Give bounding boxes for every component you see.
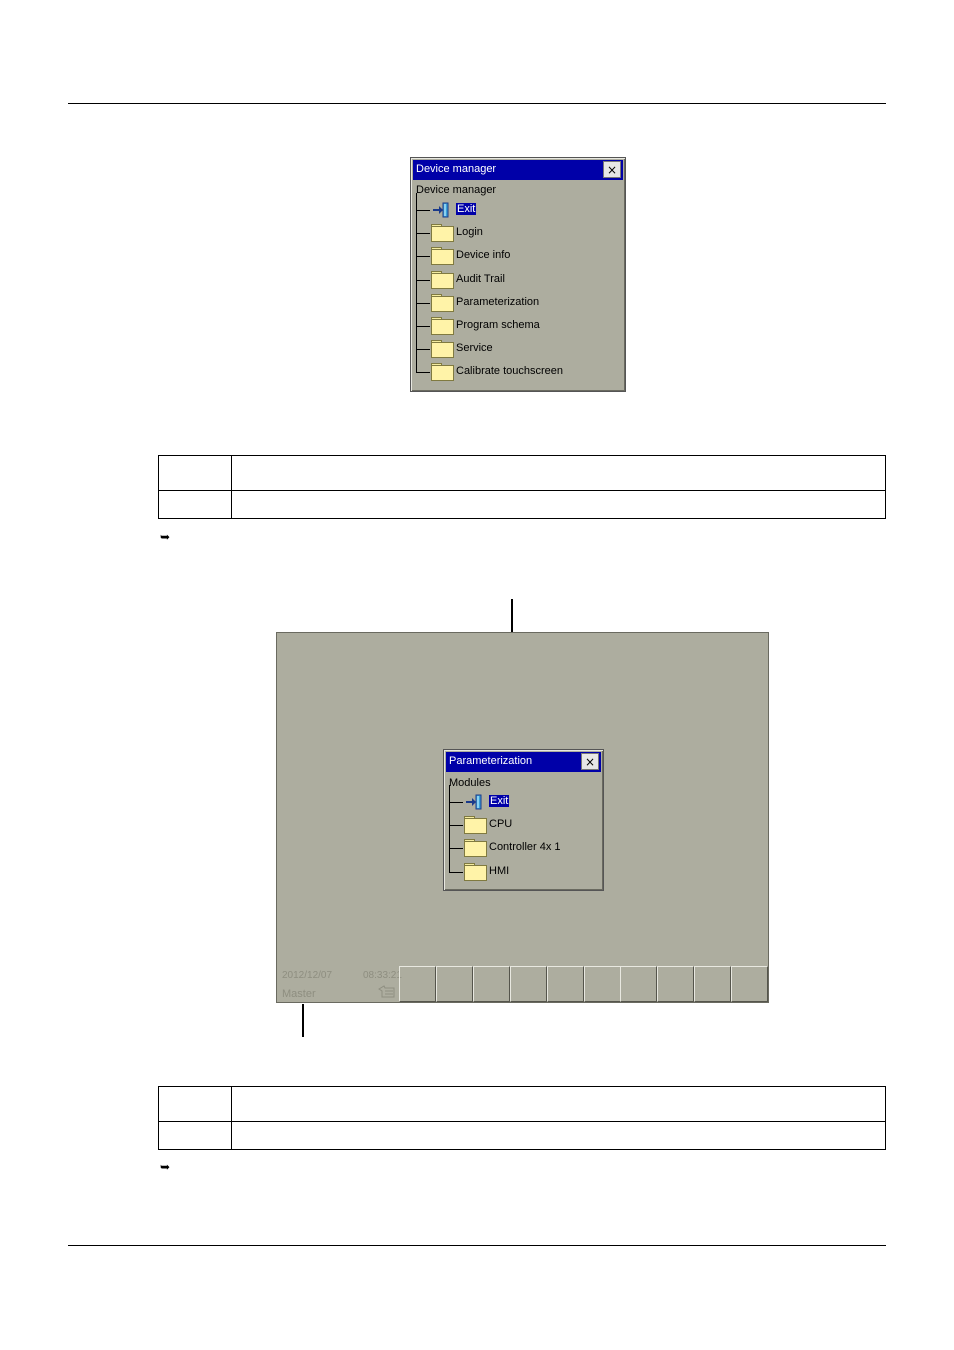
table-cell xyxy=(158,1121,232,1150)
tree-item-text: Parameterization xyxy=(456,295,540,308)
tree-root-label: Modules xyxy=(449,777,491,789)
tree-connector xyxy=(416,210,430,211)
legend-table-1 xyxy=(158,455,886,519)
tree-connector xyxy=(449,871,463,873)
table-cell xyxy=(231,1121,886,1150)
table-cell xyxy=(158,455,232,491)
device-manager-window: Device manager × Device manager Exit Logi… xyxy=(410,157,626,392)
tree-item-text: Exit xyxy=(456,203,477,215)
tree-connector xyxy=(449,802,463,803)
tree-connector xyxy=(416,302,430,304)
device-screen: Parameterization × Modules Exit CPU Contro… xyxy=(276,632,769,1003)
parameterization-window: Parameterization × Modules Exit CPU Contro… xyxy=(443,749,604,891)
tree-root-label: Device manager xyxy=(416,184,497,196)
close-button[interactable]: × xyxy=(581,753,599,770)
tree-connector xyxy=(416,193,417,373)
table-cell xyxy=(231,1086,886,1122)
window-title: Parameterization xyxy=(449,755,533,767)
tree-item-device-info[interactable]: Device info xyxy=(456,249,510,261)
folder-icon xyxy=(464,839,487,858)
tree-item-text: Calibrate touchscreen xyxy=(456,365,564,378)
device-manager-titlebar: Device manager × xyxy=(413,160,623,180)
tree-item-audit-trail[interactable]: Audit Trail xyxy=(456,273,505,285)
folder-icon xyxy=(431,270,454,289)
tree-item-login[interactable]: Login xyxy=(456,226,483,238)
function-key-9[interactable] xyxy=(694,966,732,1002)
tree-connector xyxy=(449,848,463,850)
tree-item-text: Program schema xyxy=(456,319,540,331)
tree-item-text: Audit Trail xyxy=(456,272,505,285)
folder-icon xyxy=(464,816,487,835)
footer-rule xyxy=(68,1245,886,1246)
folder-icon xyxy=(464,862,487,881)
tree-item-text: Controller 4x 1 xyxy=(489,841,561,854)
function-key-2[interactable] xyxy=(435,966,473,1002)
tree-connector xyxy=(449,785,450,872)
status-user: Master xyxy=(282,988,316,1000)
table-cell xyxy=(158,1086,232,1122)
close-button[interactable]: × xyxy=(603,161,621,178)
function-key-7[interactable] xyxy=(620,966,658,1002)
tree-connector xyxy=(449,825,463,827)
function-key-4[interactable] xyxy=(509,966,547,1002)
tree-connector xyxy=(416,256,430,258)
exit-icon xyxy=(433,202,449,218)
function-keys xyxy=(399,966,769,1002)
tree-connector xyxy=(416,349,430,351)
tree-connector xyxy=(416,372,430,374)
tree-item-text: Login xyxy=(456,226,483,239)
folder-icon xyxy=(431,247,454,266)
function-key-5[interactable] xyxy=(546,966,584,1002)
tree-connector xyxy=(416,233,430,235)
status-bar[interactable]: 2012/12/07 08:33:21 Master xyxy=(277,966,402,1002)
step-arrow-icon: ➥ xyxy=(160,1160,171,1174)
function-key-8[interactable] xyxy=(657,966,695,1002)
tree-item-text: Exit xyxy=(489,795,510,807)
tree-item-text: Service xyxy=(456,342,493,355)
status-date: 2012/12/07 xyxy=(282,970,333,981)
table-cell xyxy=(158,490,232,519)
function-key-10[interactable] xyxy=(731,966,769,1002)
callout-line xyxy=(302,1004,304,1037)
tree-item-text: Device info xyxy=(456,249,511,262)
table-cell xyxy=(231,490,886,519)
step-arrow-icon: ➥ xyxy=(160,530,171,544)
tree-connector xyxy=(416,279,430,281)
menu-hand-icon xyxy=(378,985,395,998)
function-key-3[interactable] xyxy=(472,966,510,1002)
tree-item-hmi[interactable]: HMI xyxy=(489,865,509,877)
tree-item-exit[interactable]: Exit xyxy=(489,795,510,807)
function-key-1[interactable] xyxy=(399,966,436,1002)
tree-item-text: HMI xyxy=(489,864,510,877)
tree-item-program-schema[interactable]: Program schema xyxy=(456,319,540,331)
folder-icon xyxy=(431,224,454,243)
header-rule xyxy=(68,103,886,104)
tree-item-calibrate-touchscreen[interactable]: Calibrate touchscreen xyxy=(456,365,563,377)
folder-icon xyxy=(431,363,454,382)
parameterization-titlebar: Parameterization × xyxy=(446,752,601,772)
folder-icon xyxy=(431,340,454,359)
tree-item-text: CPU xyxy=(489,818,513,831)
exit-icon xyxy=(466,794,482,810)
tree-item-parameterization[interactable]: Parameterization xyxy=(456,296,539,308)
legend-table-2 xyxy=(158,1086,886,1150)
table-cell xyxy=(231,455,886,491)
window-title: Device manager xyxy=(416,163,497,175)
tree-item-controller-4x-1[interactable]: Controller 4x 1 xyxy=(489,841,561,853)
tree-item-exit[interactable]: Exit xyxy=(456,203,477,215)
function-key-6[interactable] xyxy=(583,966,621,1002)
folder-icon xyxy=(431,293,454,312)
status-time: 08:33:21 xyxy=(363,970,402,981)
tree-item-service[interactable]: Service xyxy=(456,342,493,354)
folder-icon xyxy=(431,317,454,335)
tree-connector xyxy=(416,326,430,327)
tree-item-cpu[interactable]: CPU xyxy=(489,818,512,830)
